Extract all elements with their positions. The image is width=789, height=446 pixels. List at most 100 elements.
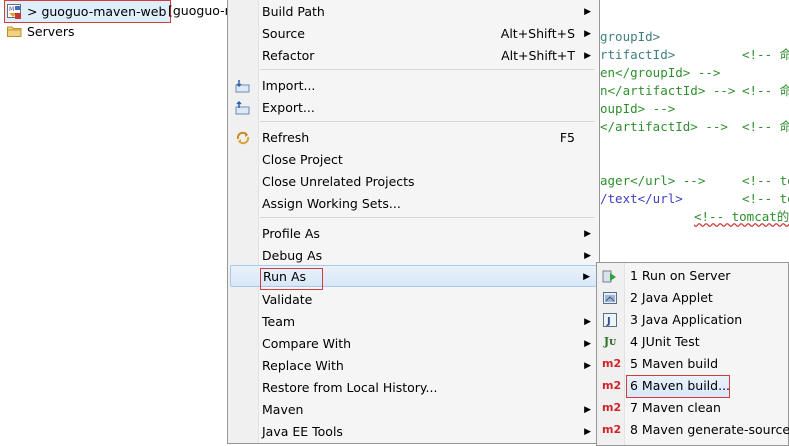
submenu-arrow-icon: ▶ — [584, 229, 591, 239]
menu-item-compare-with[interactable]: Compare With ▶ — [230, 333, 597, 355]
project-highlight-box[interactable]: M > guoguo-maven-web — [4, 0, 172, 23]
project-context-menu: Build Path ▶ Source Alt+Shift+S ▶ Refact… — [227, 0, 600, 444]
menu-item-refresh[interactable]: Refresh F5 — [230, 127, 597, 149]
submenu-arrow-icon: ▶ — [584, 51, 591, 61]
svg-text:M: M — [9, 6, 14, 13]
project-name: > guoguo-maven-web — [27, 4, 167, 19]
submenu-arrow-icon: ▶ — [583, 272, 590, 282]
menu-item-label: Java EE Tools — [262, 424, 343, 439]
servers-tree-item[interactable]: Servers — [0, 21, 75, 43]
menu-item-validate[interactable]: Validate — [230, 289, 597, 311]
submenu-item-label: 5 Maven build — [630, 356, 719, 371]
run-as-submenu: 1 Run on Server 2 Java Applet J 3 Java A… — [596, 262, 789, 446]
java-application-icon: J — [602, 312, 618, 328]
menu-item-profile-as[interactable]: Profile As ▶ — [230, 223, 597, 245]
submenu-item-java-applet[interactable]: 2 Java Applet — [599, 287, 789, 309]
menu-item-label: Run As — [263, 269, 307, 284]
project-explorer: M > guoguo-maven-web [guoguo-r Servers — [0, 0, 230, 441]
submenu-item-maven-build[interactable]: m2 5 Maven build — [599, 353, 789, 375]
menu-item-label: Close Project — [262, 152, 343, 167]
code-comment: <!-- to — [742, 191, 789, 206]
menu-item-label: Refresh — [262, 130, 310, 145]
menu-item-restore-local-history[interactable]: Restore from Local History... — [230, 377, 597, 399]
menu-item-label: Restore from Local History... — [262, 380, 438, 395]
submenu-item-maven-build-dialog[interactable]: m2 6 Maven build... — [599, 375, 789, 398]
submenu-arrow-icon: ▶ — [584, 317, 591, 327]
code-line: oupId> --> — [600, 101, 676, 116]
code-line: rtifactId> — [600, 47, 676, 62]
shortcut-label: Alt+Shift+T — [501, 48, 575, 63]
menu-separator — [260, 121, 595, 122]
submenu-item-label: 2 Java Applet — [630, 290, 713, 305]
menu-item-run-as[interactable]: Run As ▶ — [230, 265, 597, 290]
shortcut-label: F5 — [559, 130, 575, 145]
menu-item-close-project[interactable]: Close Project — [230, 149, 597, 171]
submenu-item-maven-generate-sources[interactable]: m2 8 Maven generate-sources — [599, 419, 789, 441]
submenu-item-run-on-server[interactable]: 1 Run on Server — [599, 265, 789, 287]
submenu-arrow-icon: ▶ — [584, 339, 591, 349]
submenu-arrow-icon: ▶ — [584, 427, 591, 437]
menu-item-label: Profile As — [262, 226, 320, 241]
svg-text:J: J — [606, 316, 611, 327]
code-comment: <!-- 命 — [742, 83, 789, 98]
submenu-item-label: 1 Run on Server — [630, 268, 731, 283]
servers-label: Servers — [27, 24, 75, 39]
menu-item-import[interactable]: Import... — [230, 75, 597, 97]
menu-item-label: Replace With — [262, 358, 344, 373]
menu-item-label: Team — [262, 314, 296, 329]
code-line: </artifactId> --> — [600, 119, 728, 134]
import-icon — [235, 78, 251, 94]
submenu-item-junit-test[interactable]: Jᴜ 4 JUnit Test — [599, 331, 789, 353]
submenu-arrow-icon: ▶ — [584, 29, 591, 39]
code-comment: <!-- 命 — [742, 47, 789, 62]
menu-item-label: Close Unrelated Projects — [262, 174, 415, 189]
folder-icon — [7, 22, 22, 37]
menu-item-label: Compare With — [262, 336, 352, 351]
submenu-arrow-icon: ▶ — [584, 361, 591, 371]
menu-separator — [260, 217, 595, 218]
menu-item-assign-working-sets[interactable]: Assign Working Sets... — [230, 193, 597, 215]
menu-item-refactor[interactable]: Refactor Alt+Shift+T ▶ — [230, 45, 597, 67]
submenu-item-label: 6 Maven build... — [630, 378, 731, 393]
menu-item-team[interactable]: Team ▶ — [230, 311, 597, 333]
menu-item-source[interactable]: Source Alt+Shift+S ▶ — [230, 23, 597, 45]
refresh-icon — [235, 130, 251, 146]
code-line: en</groupId> --> — [600, 65, 721, 80]
submenu-item-label: 8 Maven generate-sources — [630, 422, 789, 437]
code-line: n</artifactId> --> — [600, 83, 736, 98]
maven-icon: m2 — [602, 357, 622, 370]
menu-item-label: Source — [262, 26, 305, 41]
menu-item-debug-as[interactable]: Debug As ▶ — [230, 245, 597, 267]
code-comment: <!-- 命 — [742, 119, 789, 134]
submenu-item-maven-clean[interactable]: m2 7 Maven clean — [599, 397, 789, 419]
submenu-item-label: 4 JUnit Test — [630, 334, 700, 349]
code-line: ager</url> --> — [600, 173, 706, 188]
menu-item-replace-with[interactable]: Replace With ▶ — [230, 355, 597, 377]
menu-item-export[interactable]: Export... — [230, 97, 597, 119]
menu-item-java-ee-tools[interactable]: Java EE Tools ▶ — [230, 421, 597, 443]
maven-icon: m2 — [602, 401, 622, 414]
run-on-server-icon — [602, 268, 618, 284]
maven-web-project-icon: M — [7, 3, 23, 20]
junit-icon: Jᴜ — [603, 335, 617, 348]
menu-item-label: Build Path — [262, 4, 325, 19]
menu-item-close-unrelated-projects[interactable]: Close Unrelated Projects — [230, 171, 597, 193]
code-line: /text</url> — [600, 191, 683, 206]
maven-icon: m2 — [602, 379, 622, 392]
menu-item-build-path[interactable]: Build Path ▶ — [230, 1, 597, 23]
code-comment: <!-- tomcat的 — [694, 209, 789, 224]
menu-item-label: Export... — [262, 100, 315, 115]
submenu-arrow-icon: ▶ — [584, 405, 591, 415]
menu-item-label: Assign Working Sets... — [262, 196, 401, 211]
menu-item-label: Debug As — [262, 248, 323, 263]
menu-item-label: Refactor — [262, 48, 315, 63]
maven-icon: m2 — [602, 423, 622, 436]
menu-item-maven[interactable]: Maven ▶ — [230, 399, 597, 421]
submenu-item-label: 7 Maven clean — [630, 400, 721, 415]
submenu-item-label: 3 Java Application — [630, 312, 743, 327]
submenu-item-java-application[interactable]: J 3 Java Application — [599, 309, 789, 331]
export-icon — [235, 100, 251, 116]
submenu-arrow-icon: ▶ — [584, 7, 591, 17]
code-line: groupId> — [600, 29, 661, 44]
menu-item-label: Validate — [262, 292, 313, 307]
